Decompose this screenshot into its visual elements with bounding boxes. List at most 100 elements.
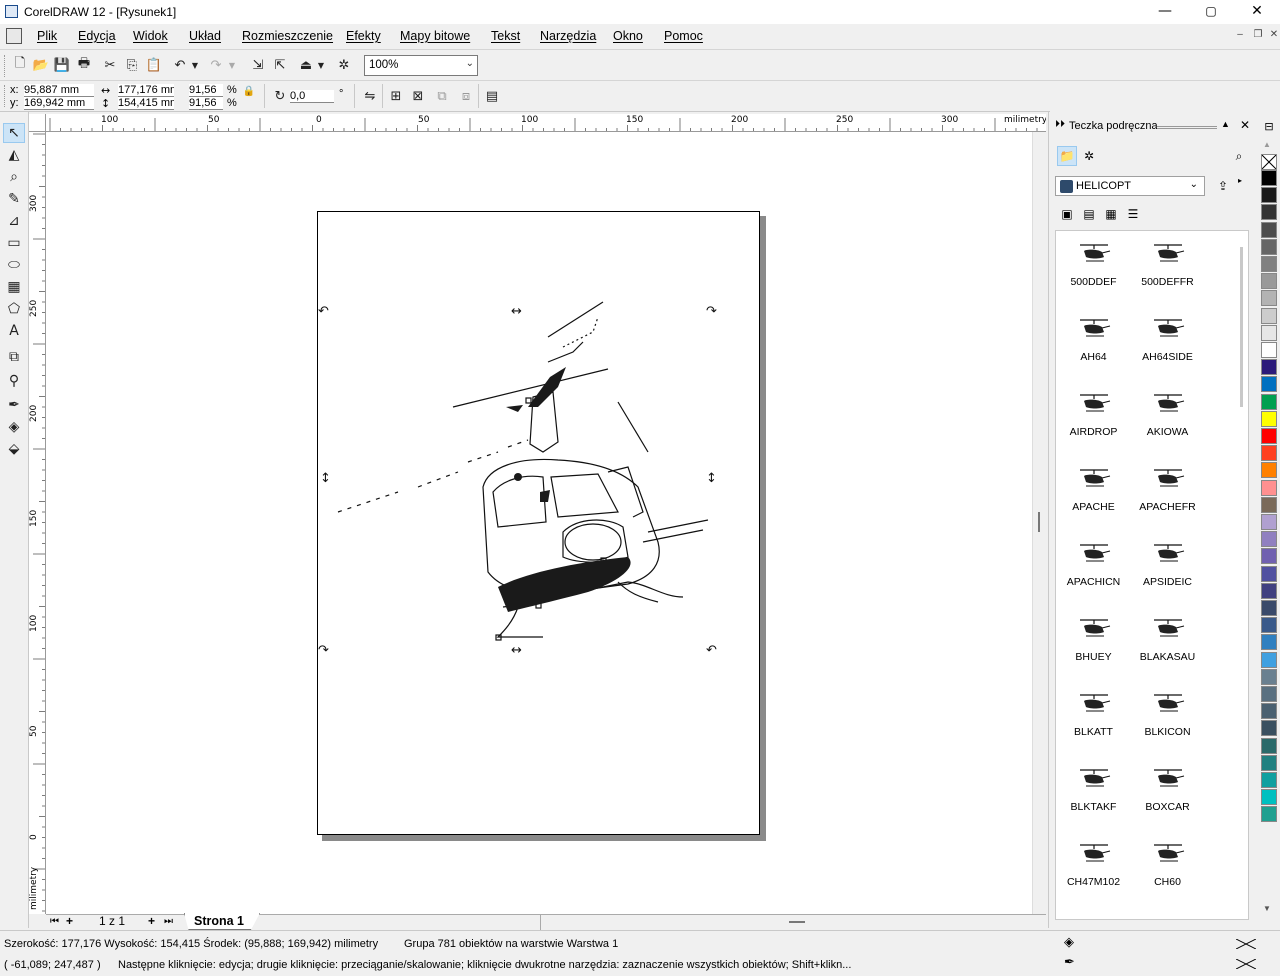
lock-ratio-icon[interactable]: 🔒 bbox=[241, 83, 257, 99]
fill-tool-icon[interactable]: ◈ bbox=[3, 417, 25, 437]
color-swatch[interactable] bbox=[1261, 634, 1277, 651]
clipart-item[interactable]: BLKTAKF bbox=[1056, 764, 1131, 839]
clipart-item[interactable]: BLKATT bbox=[1056, 689, 1131, 764]
color-swatch[interactable] bbox=[1261, 514, 1277, 530]
clipart-item[interactable]: 500DEFFR bbox=[1130, 239, 1205, 314]
graph-paper-tool-icon[interactable]: ▦ bbox=[3, 277, 25, 297]
menu-tekst[interactable]: Tekst bbox=[491, 29, 520, 43]
maximize-button[interactable]: ▢ bbox=[1188, 0, 1234, 24]
docker-expand-icon[interactable]: ⏵⏵ bbox=[1055, 119, 1065, 130]
clipart-item[interactable]: BLKICON bbox=[1130, 689, 1205, 764]
color-swatch[interactable] bbox=[1261, 342, 1277, 358]
view-list-icon[interactable]: ▦ bbox=[1101, 204, 1121, 224]
shape-tool-icon[interactable]: ◭ bbox=[3, 145, 25, 165]
scrollbar-grip[interactable] bbox=[789, 921, 805, 923]
launcher-dropdown-icon[interactable]: ▼ bbox=[316, 55, 326, 75]
rotation-field[interactable]: 0,0 bbox=[290, 90, 334, 103]
color-swatch[interactable] bbox=[1261, 806, 1277, 823]
vertical-scrollbar[interactable] bbox=[1032, 132, 1046, 914]
minimize-button[interactable]: — bbox=[1142, 0, 1188, 24]
color-swatch[interactable] bbox=[1261, 187, 1277, 204]
ungroup-icon[interactable]: ⊠ bbox=[408, 86, 428, 106]
color-swatch[interactable] bbox=[1261, 496, 1277, 513]
clipart-list[interactable]: 500DDEF 500DEFFR AH64 AH64SIDE AIRDROP AKIOWA… bbox=[1055, 230, 1249, 920]
color-swatch[interactable] bbox=[1261, 789, 1277, 806]
ruler-origin[interactable] bbox=[29, 114, 46, 132]
favorites-icon[interactable]: ✲ bbox=[1079, 146, 1099, 166]
copy-icon[interactable]: ⎘ bbox=[122, 55, 142, 75]
scrollbar-grip[interactable] bbox=[1038, 512, 1040, 532]
docker-collapse-icon[interactable]: ▲ bbox=[1221, 119, 1230, 129]
color-swatch[interactable] bbox=[1261, 772, 1277, 788]
color-swatch[interactable] bbox=[1261, 548, 1277, 565]
interactive-fill-tool-icon[interactable]: ⬙ bbox=[3, 439, 25, 459]
menu-pomoc[interactable]: Pomoc bbox=[664, 29, 703, 43]
color-swatch[interactable] bbox=[1261, 703, 1277, 720]
group-icon[interactable]: ⊞ bbox=[386, 86, 406, 106]
color-swatch[interactable] bbox=[1261, 565, 1277, 582]
scale-x-field[interactable]: 91,56 bbox=[189, 84, 223, 97]
clipart-item[interactable]: BHUEY bbox=[1056, 614, 1131, 689]
menu-okno[interactable]: Okno bbox=[613, 29, 643, 43]
color-swatch[interactable] bbox=[1261, 393, 1277, 410]
add-page-before-icon[interactable]: + bbox=[66, 914, 73, 930]
menu-plik[interactable]: Plik bbox=[37, 29, 57, 43]
doc-restore-icon[interactable]: ❐ bbox=[1250, 28, 1266, 42]
undo-icon[interactable]: ↶ bbox=[170, 55, 190, 75]
drawing-canvas[interactable]: ↶ ↷ ↔ ↕ ↕ ↷ ↶ ↔ bbox=[46, 132, 1032, 914]
palette-scroll-up-icon[interactable]: ▲ bbox=[1263, 140, 1271, 149]
application-launcher-icon[interactable]: ⏏ bbox=[296, 55, 316, 75]
eyedropper-tool-icon[interactable]: ⚲ bbox=[3, 371, 25, 391]
color-swatch[interactable] bbox=[1261, 290, 1277, 307]
freehand-tool-icon[interactable]: ✎ bbox=[3, 189, 25, 209]
clipart-item[interactable]: BLAKASAU bbox=[1130, 614, 1205, 689]
fill-status-icon[interactable]: ◈ bbox=[1064, 935, 1074, 950]
toolbar-grip[interactable] bbox=[4, 85, 7, 107]
x-position-field[interactable]: 95,887 mm bbox=[24, 84, 94, 97]
color-swatch[interactable] bbox=[1261, 720, 1277, 737]
text-tool-icon[interactable]: A bbox=[3, 321, 25, 341]
color-swatch[interactable] bbox=[1261, 445, 1277, 462]
color-swatch[interactable] bbox=[1261, 737, 1277, 754]
horizontal-scrollbar[interactable] bbox=[540, 914, 1032, 930]
to-front-icon[interactable]: ▤ bbox=[482, 86, 502, 106]
mirror-icon[interactable]: ⇋ bbox=[360, 86, 380, 106]
basic-shapes-tool-icon[interactable]: ⬠ bbox=[3, 299, 25, 319]
color-swatch[interactable] bbox=[1261, 256, 1277, 272]
color-swatch[interactable] bbox=[1261, 359, 1277, 376]
width-field[interactable]: 177,176 mm bbox=[118, 84, 174, 97]
color-swatch[interactable] bbox=[1261, 668, 1277, 685]
color-swatch[interactable] bbox=[1261, 221, 1277, 238]
menu-uklad[interactable]: Układ bbox=[189, 29, 221, 43]
redo-dropdown-icon[interactable]: ▼ bbox=[227, 55, 237, 75]
color-swatch[interactable] bbox=[1261, 686, 1277, 702]
cut-icon[interactable]: ✂ bbox=[100, 55, 120, 75]
clipart-item[interactable]: CH60 bbox=[1130, 839, 1205, 914]
clipart-item[interactable]: AKIOWA bbox=[1130, 389, 1205, 464]
break-apart-icon[interactable]: ⧈ bbox=[456, 86, 476, 106]
zoom-levels-select[interactable]: 100% ⌄ bbox=[364, 55, 478, 76]
smart-fill-tool-icon[interactable]: ⊿ bbox=[3, 211, 25, 231]
color-swatch[interactable] bbox=[1261, 531, 1277, 548]
menu-mapy-bitowe[interactable]: Mapy bitowe bbox=[400, 29, 470, 43]
add-page-after-icon[interactable]: + bbox=[148, 914, 155, 930]
open-icon[interactable]: 📂 bbox=[31, 55, 51, 75]
helicopter-drawing[interactable]: ↶ ↷ ↔ ↕ ↕ ↷ ↶ ↔ bbox=[318, 212, 761, 836]
color-swatch[interactable] bbox=[1261, 273, 1277, 290]
outline-status-icon[interactable]: ✒ bbox=[1064, 955, 1075, 970]
export-icon[interactable]: ⇱ bbox=[270, 55, 290, 75]
redo-icon[interactable]: ↷ bbox=[206, 55, 226, 75]
color-swatch[interactable] bbox=[1261, 617, 1277, 634]
color-swatch[interactable] bbox=[1261, 307, 1277, 324]
view-details-icon[interactable]: ☰ bbox=[1123, 204, 1143, 224]
interactive-blend-tool-icon[interactable]: ⧉ bbox=[3, 347, 25, 367]
import-icon[interactable]: ⇲ bbox=[248, 55, 268, 75]
clipart-item[interactable]: AIRDROP bbox=[1056, 389, 1131, 464]
find-icon[interactable]: ⌕ bbox=[1229, 146, 1249, 166]
folder-select[interactable]: HELICOPT ⌄ bbox=[1055, 176, 1205, 196]
menu-efekty[interactable]: Efekty bbox=[346, 29, 381, 43]
clipart-item[interactable]: APACHEFR bbox=[1130, 464, 1205, 539]
color-swatch[interactable] bbox=[1261, 479, 1277, 496]
clipart-item[interactable]: BOXCAR bbox=[1130, 764, 1205, 839]
docker-grip[interactable] bbox=[1157, 126, 1217, 129]
